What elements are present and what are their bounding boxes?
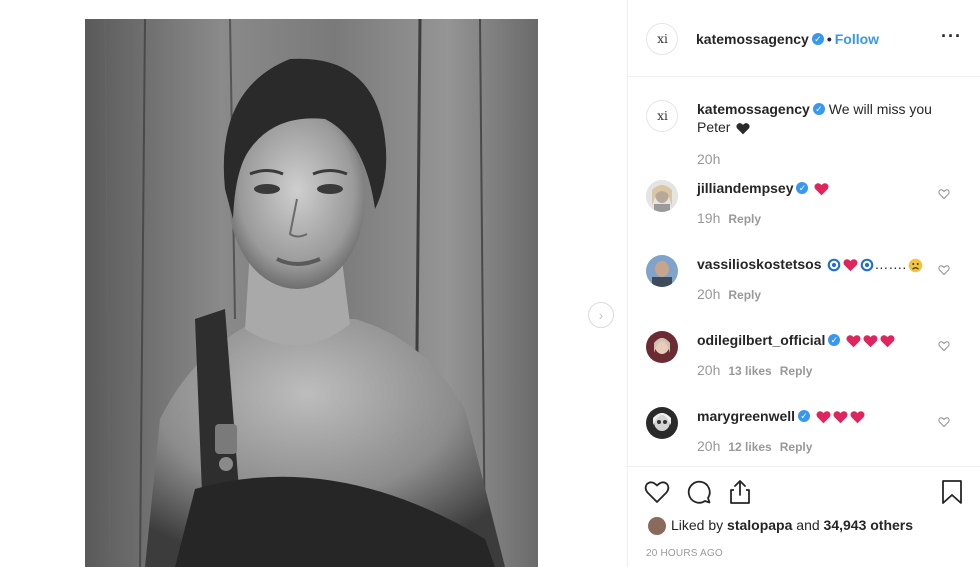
comment-icon[interactable] [686, 479, 712, 505]
liker-avatar[interactable] [648, 517, 666, 536]
liked-and: and [796, 517, 820, 533]
avatar[interactable] [646, 407, 678, 439]
avatar[interactable] [646, 331, 678, 363]
comment-time: 20h [697, 362, 721, 378]
comment-meta: 19h Reply [697, 210, 761, 226]
brand-logo: ⅺ [657, 109, 668, 123]
comment-username[interactable]: katemossagency [697, 101, 810, 117]
comment-meta: 20h 13 likes Reply [697, 362, 812, 378]
comment-text-line: odilegilbert_official ✓ [697, 331, 937, 349]
like-heart-icon[interactable] [938, 188, 950, 200]
comment-time: 20h [697, 286, 721, 302]
more-options-icon[interactable]: ··· [941, 26, 962, 47]
red-heart-icon [843, 259, 858, 272]
liked-count[interactable]: 34,943 others [824, 517, 914, 533]
comment-meta: 20h Reply [697, 286, 761, 302]
comment-time: 20h [697, 151, 721, 167]
follow-button[interactable]: Follow [835, 31, 879, 47]
comment-meta: 20h 12 likes Reply [697, 438, 812, 454]
comment-meta: 20h [697, 151, 720, 167]
brand-logo: ⅺ [657, 32, 668, 46]
comment-item: odilegilbert_official ✓ 20h 13 likes Reply [628, 328, 980, 398]
reply-button[interactable]: Reply [780, 440, 813, 454]
comment-item: marygreenwell ✓ 20h 12 likes Reply [628, 404, 980, 466]
liked-user[interactable]: stalopapa [727, 517, 792, 533]
reply-button[interactable]: Reply [780, 364, 813, 378]
likes-count[interactable]: 13 likes [728, 364, 771, 378]
like-heart-icon[interactable] [938, 416, 950, 428]
comment-username[interactable]: odilegilbert_official [697, 332, 825, 348]
post-timestamp[interactable]: 20 HOURS AGO [646, 548, 723, 559]
red-heart-icon [816, 411, 831, 424]
bookmark-icon[interactable] [939, 479, 965, 505]
red-heart-icon [880, 335, 895, 348]
red-heart-icon [846, 335, 861, 348]
comment-time: 20h [697, 438, 721, 454]
header-username[interactable]: katemossagency [696, 31, 809, 47]
like-heart-icon[interactable] [938, 264, 950, 276]
reply-button[interactable]: Reply [728, 212, 761, 226]
comment-item: jilliandempsey ✓ 19h Reply [628, 176, 980, 246]
avatar-image [646, 331, 678, 363]
black-heart-icon [736, 122, 750, 135]
verified-badge-icon: ✓ [812, 103, 825, 116]
red-heart-icon [833, 411, 848, 424]
chevron-right-icon: › [598, 307, 604, 323]
comment-username[interactable]: marygreenwell [697, 408, 795, 424]
account-avatar[interactable]: ⅺ [646, 23, 678, 55]
post-photo[interactable] [85, 19, 538, 567]
likes-summary: Liked by stalopapa and 34,943 others [648, 517, 914, 536]
comment-text-line: jilliandempsey ✓ [697, 179, 937, 197]
verified-badge-icon: ✓ [811, 33, 824, 46]
next-photo-button[interactable]: › [588, 302, 614, 328]
avatar-image [646, 407, 678, 439]
share-icon[interactable] [727, 479, 753, 505]
comment-text: ……. [874, 256, 907, 272]
avatar[interactable] [646, 180, 678, 212]
liked-prefix: Liked by [671, 517, 724, 533]
portrait-image [85, 19, 538, 567]
avatar-image [646, 255, 678, 287]
comment-username[interactable]: jilliandempsey [697, 180, 793, 196]
caption-comment: ⅺ katemossagency ✓ We will miss you Peter… [628, 98, 980, 178]
like-icon[interactable] [644, 479, 670, 505]
verified-badge-icon: ✓ [798, 410, 811, 423]
sad-face-icon [909, 258, 923, 273]
comment-time: 19h [697, 210, 721, 226]
comment-item: vassilioskostetsos ……. 20h Reply [628, 252, 980, 322]
nazar-amulet-icon [828, 258, 841, 272]
avatar[interactable] [646, 255, 678, 287]
post-header: ⅺ katemossagency ✓ • Follow ··· [628, 0, 980, 77]
reply-button[interactable]: Reply [728, 288, 761, 302]
comments-list[interactable]: ⅺ katemossagency ✓ We will miss you Peter… [628, 76, 980, 466]
verified-badge-icon: ✓ [796, 182, 809, 195]
nazar-amulet-icon [861, 258, 874, 272]
like-heart-icon[interactable] [938, 340, 950, 352]
likes-count[interactable]: 12 likes [728, 440, 771, 454]
comment-username[interactable]: vassilioskostetsos [697, 256, 822, 272]
red-heart-icon [863, 335, 878, 348]
comment-text-line: vassilioskostetsos ……. [697, 255, 937, 273]
comment-text-line: marygreenwell ✓ [697, 407, 937, 425]
separator: • [826, 31, 832, 47]
red-heart-icon [814, 183, 829, 196]
verified-badge-icon: ✓ [828, 334, 841, 347]
red-heart-icon [850, 411, 865, 424]
avatar[interactable]: ⅺ [646, 100, 678, 132]
post-sidebar: ⅺ katemossagency ✓ • Follow ··· ⅺ katemossa… [627, 0, 980, 567]
header-username-line: katemossagency ✓ • Follow [696, 31, 879, 47]
avatar-image [646, 180, 678, 212]
comment-text-line: katemossagency ✓ We will miss you Peter [697, 100, 937, 136]
